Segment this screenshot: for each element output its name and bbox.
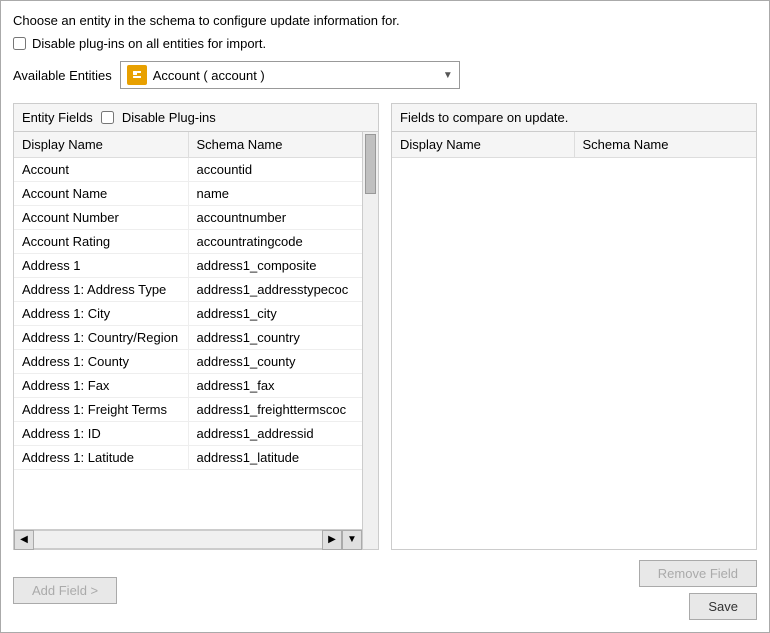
disable-plugins-label: Disable plug-ins on all entities for imp… (32, 36, 266, 51)
table-row[interactable]: Account Name name (14, 182, 362, 206)
cell-schema: address1_county (189, 350, 363, 373)
disable-plugins-entity-checkbox[interactable] (101, 111, 114, 124)
available-entities-row: Available Entities Account ( account ) ▼ (13, 61, 757, 89)
table-row[interactable]: Address 1: Address Type address1_address… (14, 278, 362, 302)
scroll-down-small-btn[interactable]: ▼ (342, 530, 362, 550)
entity-value: Account ( account ) (153, 68, 265, 83)
cell-schema: accountnumber (189, 206, 363, 229)
table-row[interactable]: Account Rating accountratingcode (14, 230, 362, 254)
table-row[interactable]: Address 1: ID address1_addressid (14, 422, 362, 446)
entity-icon (127, 65, 147, 85)
scroll-thumb[interactable] (365, 134, 376, 194)
table-row[interactable]: Account Number accountnumber (14, 206, 362, 230)
cell-schema: address1_addressid (189, 422, 363, 445)
cell-schema: address1_addresstypecoc (189, 278, 363, 301)
right-table-header: Display Name Schema Name (392, 132, 756, 158)
cell-display: Address 1: ID (14, 422, 189, 445)
right-panel-header: Fields to compare on update. (392, 104, 756, 132)
right-table-container[interactable] (392, 158, 756, 549)
cell-schema: address1_city (189, 302, 363, 325)
main-dialog: Choose an entity in the schema to config… (0, 0, 770, 633)
cell-schema: name (189, 182, 363, 205)
chevron-down-icon: ▼ (443, 70, 453, 81)
cell-schema: address1_composite (189, 254, 363, 277)
entity-dropdown-inner: Account ( account ) (127, 65, 265, 85)
horizontal-scroll-row: ◀ ▶ ▼ (14, 529, 362, 549)
add-field-button[interactable]: Add Field > (13, 577, 117, 604)
cell-display: Account Rating (14, 230, 189, 253)
table-row[interactable]: Address 1: City address1_city (14, 302, 362, 326)
cell-display: Address 1 (14, 254, 189, 277)
cell-display: Account Number (14, 206, 189, 229)
entity-fields-label: Entity Fields (22, 110, 93, 125)
right-header-display: Display Name (392, 132, 575, 157)
scroll-track (34, 530, 322, 549)
disable-plugins-checkbox[interactable] (13, 37, 26, 50)
cell-display: Address 1: Freight Terms (14, 398, 189, 421)
table-row[interactable]: Address 1: Fax address1_fax (14, 374, 362, 398)
cell-schema: address1_freighttermscoc (189, 398, 363, 421)
cell-display: Account (14, 158, 189, 181)
right-panel: Fields to compare on update. Display Nam… (391, 103, 757, 550)
instruction-text: Choose an entity in the schema to config… (13, 13, 757, 28)
right-panel-inner: Display Name Schema Name (392, 132, 756, 549)
fields-to-compare-label: Fields to compare on update. (400, 110, 568, 125)
cell-schema: address1_latitude (189, 446, 363, 469)
table-row[interactable]: Address 1: Freight Terms address1_freigh… (14, 398, 362, 422)
disable-plugins-checkbox-label: Disable Plug-ins (122, 110, 216, 125)
cell-display: Address 1: Country/Region (14, 326, 189, 349)
save-button[interactable]: Save (689, 593, 757, 620)
right-header-schema: Schema Name (575, 132, 757, 157)
table-row[interactable]: Address 1: County address1_county (14, 350, 362, 374)
left-panel: Entity Fields Disable Plug-ins Display N… (13, 103, 379, 550)
left-table-header: Display Name Schema Name (14, 132, 362, 158)
cell-schema: accountid (189, 158, 363, 181)
cell-schema: address1_fax (189, 374, 363, 397)
main-content: Entity Fields Disable Plug-ins Display N… (13, 103, 757, 550)
cell-display: Address 1: Fax (14, 374, 189, 397)
cell-schema: accountratingcode (189, 230, 363, 253)
table-row[interactable]: Address 1: Latitude address1_latitude (14, 446, 362, 470)
available-entities-label: Available Entities (13, 68, 112, 83)
left-panel-inner: Display Name Schema Name Account account… (14, 132, 378, 549)
entity-dropdown[interactable]: Account ( account ) ▼ (120, 61, 460, 89)
bottom-buttons: Add Field > Remove Field Save (13, 560, 757, 620)
cell-display: Address 1: City (14, 302, 189, 325)
cell-display: Address 1: Latitude (14, 446, 189, 469)
vertical-scrollbar[interactable] (362, 132, 378, 549)
scroll-left-btn[interactable]: ◀ (14, 530, 34, 550)
cell-display: Address 1: Address Type (14, 278, 189, 301)
table-row[interactable]: Address 1 address1_composite (14, 254, 362, 278)
disable-plugins-row: Disable plug-ins on all entities for imp… (13, 36, 757, 51)
left-table-area: Display Name Schema Name Account account… (14, 132, 362, 549)
left-header-display: Display Name (14, 132, 189, 157)
right-bottom-buttons: Remove Field Save (639, 560, 757, 620)
left-header-schema: Schema Name (189, 132, 363, 157)
cell-display: Account Name (14, 182, 189, 205)
table-row[interactable]: Address 1: Country/Region address1_count… (14, 326, 362, 350)
table-row[interactable]: Account accountid (14, 158, 362, 182)
cell-display: Address 1: County (14, 350, 189, 373)
left-table-container[interactable]: Account accountid Account Name name Acco… (14, 158, 362, 529)
remove-field-button[interactable]: Remove Field (639, 560, 757, 587)
scroll-right-btn[interactable]: ▶ (322, 530, 342, 550)
left-bottom-buttons: Add Field > (13, 577, 117, 604)
left-panel-header: Entity Fields Disable Plug-ins (14, 104, 378, 132)
cell-schema: address1_country (189, 326, 363, 349)
